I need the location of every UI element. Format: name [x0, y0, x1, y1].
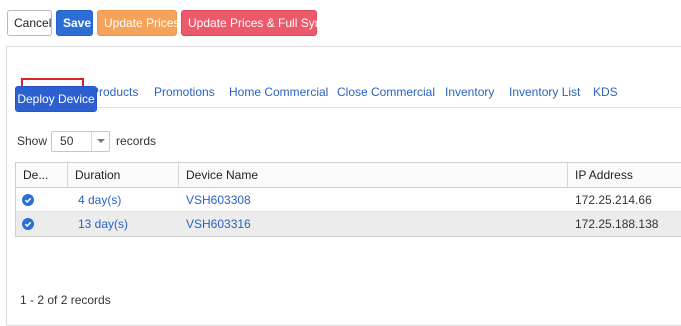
- pager-summary: 1 - 2 of 2 records: [20, 293, 111, 307]
- page-size-value: 50: [60, 134, 74, 148]
- ip-address-cell: 172.25.214.66: [575, 192, 652, 207]
- tab-promotions[interactable]: Promotions: [154, 78, 215, 106]
- devices-grid: De... Duration Device Name IP Address 4 …: [15, 162, 681, 237]
- duration-link[interactable]: 4 day(s): [68, 188, 179, 211]
- tab-inventory[interactable]: Inventory: [445, 78, 494, 106]
- ip-address-cell: 172.25.188.138: [575, 217, 659, 231]
- grid-header: De... Duration Device Name IP Address: [16, 163, 681, 188]
- show-label: Show: [17, 134, 48, 148]
- column-header-device-name[interactable]: Device Name: [179, 163, 568, 187]
- table-row[interactable]: 13 day(s) VSH603316 172.25.188.138: [16, 212, 681, 236]
- tab-close-commercial[interactable]: Close Commercial: [337, 78, 435, 106]
- duration-link[interactable]: 13 day(s): [68, 212, 179, 236]
- page-size-control: Show 50 records: [17, 130, 156, 152]
- page-size-select[interactable]: 50: [51, 130, 111, 152]
- tab-inventory-list[interactable]: Inventory List: [509, 78, 580, 106]
- update-prices-full-sync-button[interactable]: Update Prices & Full Sync: [181, 10, 327, 36]
- tab-home-commercial[interactable]: Home Commercial: [229, 78, 328, 106]
- column-header-ip-address[interactable]: IP Address: [568, 163, 681, 187]
- tab-products[interactable]: Products: [91, 78, 138, 106]
- toolbar: Cancel Save Update Prices Update Prices …: [7, 10, 327, 36]
- device-name-link[interactable]: VSH603308: [179, 188, 568, 211]
- cancel-button[interactable]: Cancel: [7, 10, 52, 36]
- table-row[interactable]: 4 day(s) VSH603308 172.25.214.66: [16, 188, 681, 212]
- chevron-down-icon[interactable]: [91, 131, 109, 151]
- check-circle-icon: [22, 193, 34, 206]
- column-header-duration[interactable]: Duration: [68, 163, 179, 187]
- status-cell: [16, 188, 68, 211]
- records-label: records: [116, 134, 157, 148]
- tab-bar: Devices Products Promotions Home Commerc…: [21, 78, 681, 108]
- column-header-status[interactable]: De...: [16, 163, 68, 187]
- status-cell: [16, 212, 68, 236]
- check-circle-icon: [22, 218, 34, 230]
- deploy-device-button[interactable]: Deploy Device: [15, 86, 97, 112]
- device-name-link[interactable]: VSH603316: [179, 212, 568, 236]
- tab-kds[interactable]: KDS: [593, 78, 618, 106]
- save-button[interactable]: Save: [56, 10, 93, 36]
- update-prices-button[interactable]: Update Prices: [97, 10, 179, 36]
